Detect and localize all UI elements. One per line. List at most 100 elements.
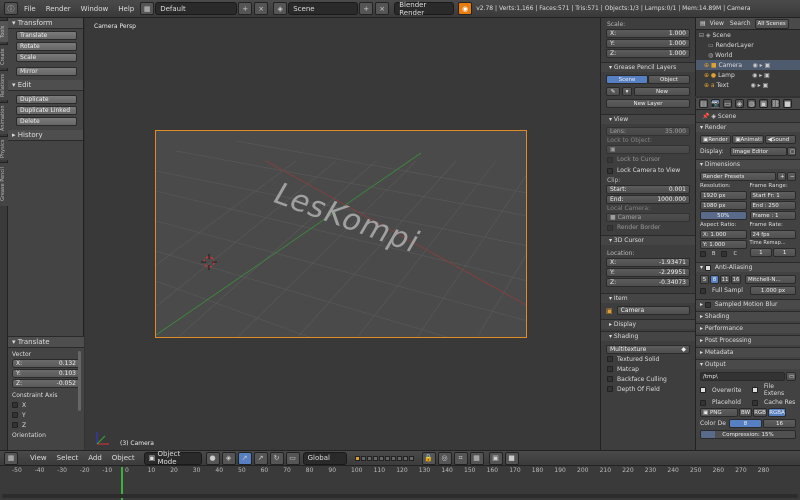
constraint-z-checkbox[interactable]: Z xyxy=(8,420,84,430)
properties-editor-icon[interactable]: ▤ xyxy=(699,99,708,108)
pin-icon[interactable]: 📌 xyxy=(702,113,711,120)
view-panel-header[interactable]: ▾ View xyxy=(601,114,695,124)
world-tab-icon[interactable]: ◍ xyxy=(747,99,756,108)
outliner-row-lamp[interactable]: ⊕ ● Lamp ◉ ▸ ▣ xyxy=(696,70,800,80)
scale-x-field[interactable]: X: 1.000 xyxy=(606,29,690,38)
start-frame-field[interactable]: Start Fr: 1 xyxy=(749,191,796,200)
color-bw-button[interactable]: BW xyxy=(739,408,752,417)
menu-add[interactable]: Add xyxy=(83,454,107,462)
outliner-row-scene[interactable]: ⊟ ◈ Scene xyxy=(696,30,800,40)
cache-result-checkbox[interactable] xyxy=(752,399,758,406)
visibility-icons[interactable]: ◉ ▸ ▣ xyxy=(753,62,771,69)
outliner-row-renderlayer[interactable]: ▭ RenderLayer xyxy=(696,40,800,50)
tab-create[interactable]: Create xyxy=(0,44,8,68)
constraint-y-checkbox[interactable]: Y xyxy=(8,410,84,420)
audio-button[interactable]: ◀ Sound xyxy=(764,135,796,144)
aa-samples-16[interactable]: 16 xyxy=(731,275,741,284)
cursor-x-field[interactable]: X: -1.93471 xyxy=(606,258,690,267)
resolution-y-field[interactable]: 1080 px xyxy=(700,201,747,210)
resolution-x-field[interactable]: 1920 px xyxy=(700,191,747,200)
remap-new-field[interactable]: 1 xyxy=(773,248,796,257)
outliner-row-world[interactable]: ◍ World xyxy=(696,50,800,60)
outliner-display-select[interactable]: All Scenes xyxy=(754,18,789,29)
render-button[interactable]: ▣ Render xyxy=(700,135,732,144)
matcap-checkbox[interactable]: Matcap xyxy=(601,364,695,374)
gp-new-layer-button[interactable]: New Layer xyxy=(606,99,690,108)
outliner-search-menu[interactable]: Search xyxy=(730,20,751,27)
constraint-x-checkbox[interactable]: X xyxy=(8,400,84,410)
transform-orientation-select[interactable]: Global xyxy=(302,451,347,465)
menu-render[interactable]: Render xyxy=(41,5,76,13)
layout-icon[interactable]: ▦ xyxy=(140,2,155,15)
crop-checkbox[interactable] xyxy=(721,251,728,257)
edit-panel-header[interactable]: ▾ Edit xyxy=(8,80,83,91)
layer-buttons[interactable] xyxy=(354,455,414,461)
backface-culling-checkbox[interactable]: Backface Culling xyxy=(601,374,695,384)
dimensions-panel-header[interactable]: ▾ Dimensions xyxy=(696,159,800,169)
render-engine-selector[interactable]: Blender Render xyxy=(394,1,455,17)
depth-8-button[interactable]: 8 xyxy=(729,419,762,428)
3d-view-editor-icon[interactable]: ▦ xyxy=(4,451,18,465)
depth-16-button[interactable]: 16 xyxy=(763,419,796,428)
manipulator-toggle-icon[interactable]: ↗ xyxy=(237,451,252,465)
render-panel-header[interactable]: ▾ Render xyxy=(696,122,800,132)
gp-browse-icon[interactable]: ▾ xyxy=(622,87,632,96)
display-select[interactable]: Image Editor xyxy=(730,147,787,156)
scene-selector[interactable]: Scene xyxy=(288,2,359,15)
proportional-edit-icon[interactable]: ◎ xyxy=(437,451,452,465)
shading-panel-header[interactable]: ▸ Shading xyxy=(696,311,800,321)
render-border-checkbox[interactable]: Render Border xyxy=(601,222,695,233)
performance-panel-header[interactable]: ▸ Performance xyxy=(696,323,800,333)
operator-panel-header[interactable]: ▾ Translate xyxy=(8,337,84,348)
cursor-panel-header[interactable]: ▾ 3D Cursor xyxy=(601,235,695,245)
compression-slider[interactable]: Compression: 15% xyxy=(700,430,796,439)
outliner-view-menu[interactable]: View xyxy=(710,20,724,27)
lens-field[interactable]: Lens: 35.000 xyxy=(606,127,690,136)
outliner-editor-icon[interactable]: ▤ xyxy=(700,20,706,27)
aspect-y-field[interactable]: Y: 1.000 xyxy=(700,240,747,249)
cursor-y-field[interactable]: Y: -2.29951 xyxy=(606,268,690,277)
frame-step-field[interactable]: Frame : 1 xyxy=(749,211,796,220)
render-tab-icon[interactable]: 📷 xyxy=(711,99,720,108)
lock-layers-icon[interactable]: 🔒 xyxy=(421,451,436,465)
depth-of-field-checkbox[interactable]: Depth Of Field xyxy=(601,384,695,394)
lock-object-field[interactable]: ▣ xyxy=(606,145,690,154)
pencil-icon[interactable]: ✎ xyxy=(606,87,620,96)
gp-new-button[interactable]: New xyxy=(634,87,690,96)
motion-blur-checkbox[interactable] xyxy=(704,301,711,308)
aa-samples-8[interactable]: 8 xyxy=(710,275,719,284)
textured-solid-checkbox[interactable]: Textured Solid xyxy=(601,354,695,364)
viewport-shading-icon[interactable]: ● xyxy=(205,451,220,465)
layer-button[interactable] xyxy=(366,455,372,461)
clip-start-field[interactable]: Start: 0.001 xyxy=(606,185,690,194)
lock-cursor-checkbox[interactable]: Lock to Cursor xyxy=(601,154,695,165)
end-frame-field[interactable]: End : 250 xyxy=(749,201,796,210)
remove-preset-icon[interactable]: − xyxy=(787,172,796,181)
shading-mode-select[interactable]: Multitexture ◆ xyxy=(606,345,690,354)
outliner-row-camera[interactable]: ⊕ ■ Camera ◉ ▸ ▣ xyxy=(696,60,800,70)
remove-scene-icon[interactable]: × xyxy=(375,2,390,15)
layer-button[interactable] xyxy=(360,455,366,461)
gp-scene-button[interactable]: Scene xyxy=(606,75,648,84)
3d-viewport[interactable]: Camera Persp LesKompi (3) Camera xyxy=(85,18,600,450)
tab-tools[interactable]: Tools xyxy=(0,20,8,42)
translate-button[interactable]: Translate xyxy=(16,31,77,40)
pivot-point-icon[interactable]: ◈ xyxy=(221,451,236,465)
vector-z-field[interactable]: Z: -0.052 xyxy=(12,379,80,388)
mode-selector[interactable]: ▣ Object Mode xyxy=(143,450,202,466)
outliner-row-text[interactable]: ⊕ a Text ◉ ▸ ▣ xyxy=(696,80,800,90)
scene-tab-icon[interactable]: ◈ xyxy=(735,99,744,108)
vector-y-field[interactable]: Y: 0.103 xyxy=(12,369,80,378)
rotate-button[interactable]: Rotate xyxy=(16,42,77,51)
remove-layout-icon[interactable]: × xyxy=(254,2,269,15)
overwrite-checkbox[interactable] xyxy=(700,387,706,393)
scene-icon[interactable]: ◈ xyxy=(273,2,288,15)
data-tab-icon[interactable]: ■ xyxy=(783,99,792,108)
snap-element-icon[interactable]: ▦ xyxy=(469,451,484,465)
rotate-manipulator-icon[interactable]: ↻ xyxy=(269,451,284,465)
duplicate-linked-button[interactable]: Duplicate Linked xyxy=(16,106,77,115)
full-sample-checkbox[interactable] xyxy=(700,287,706,294)
add-layout-icon[interactable]: + xyxy=(238,2,253,15)
local-camera-field[interactable]: ■ Camera xyxy=(606,213,690,222)
layout-selector[interactable]: Default xyxy=(155,2,238,15)
